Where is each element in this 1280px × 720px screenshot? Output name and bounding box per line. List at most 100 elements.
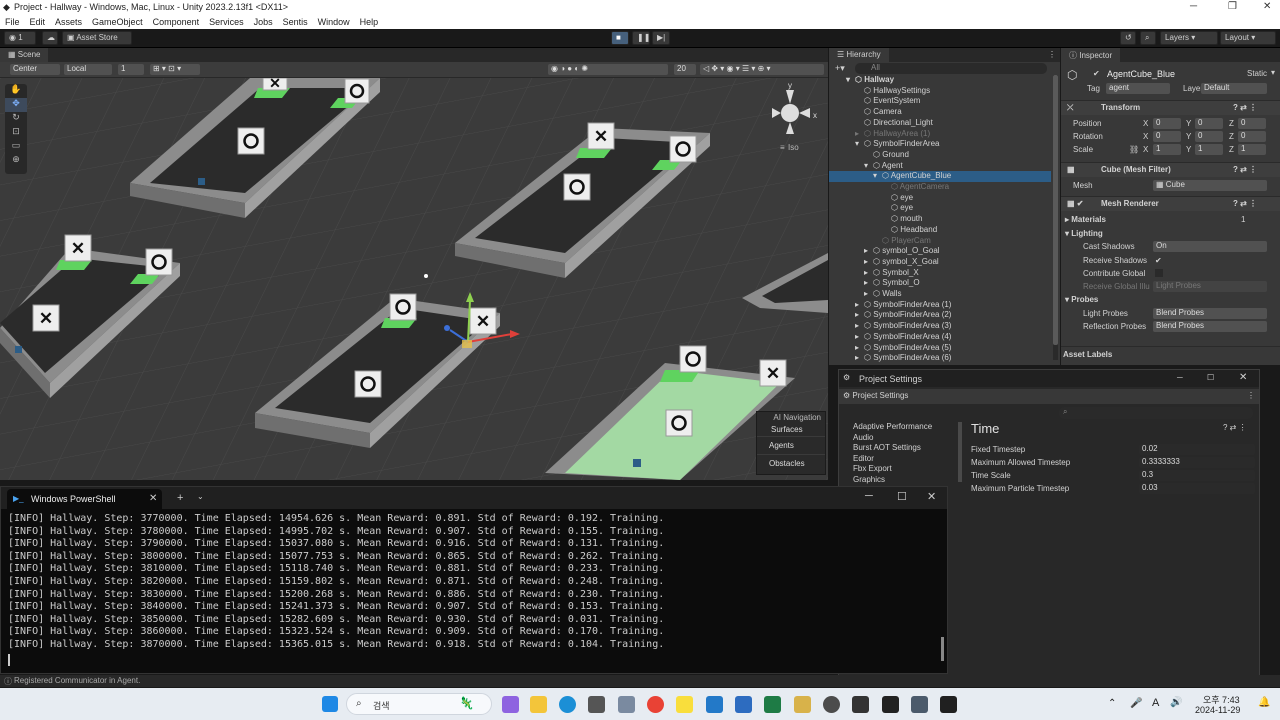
hierarchy-item[interactable]: ⬡ Headband [829,225,1051,236]
edge-icon[interactable] [559,696,576,713]
tag-dropdown[interactable]: agent [1106,83,1170,94]
draw-mode-toggles[interactable]: ◉ ◑ ● ◐ ✺ [548,64,668,75]
hierarchy-item[interactable]: ⬡ AgentCamera [829,182,1051,193]
probes-foldout[interactable]: ▾ Probes [1065,295,1098,304]
foldout-arrow-icon[interactable]: ▸ [855,129,864,138]
pivot-dropdown[interactable]: Center [10,64,60,75]
new-tab-icon[interactable]: + [177,492,183,504]
lighting-foldout[interactable]: ▾ Lighting [1065,229,1103,238]
maximize-icon[interactable]: ❐ [1228,1,1237,12]
foldout-arrow-icon[interactable]: ▸ [864,278,873,287]
iso-label[interactable]: Iso [788,143,799,152]
kakaotalk-icon[interactable] [676,696,693,713]
tab-inspector[interactable]: ⓘ Inspector [1061,48,1121,62]
maximize-icon[interactable]: ☐ [1207,373,1214,382]
settings-icon[interactable] [618,696,635,713]
foldout-arrow-icon[interactable]: ▾ [873,171,882,180]
photos-icon[interactable] [911,696,928,713]
minimize-icon[interactable]: ─ [1177,373,1183,382]
tab-hierarchy[interactable]: ☰ Hierarchy [829,48,889,62]
foldout-arrow-icon[interactable]: ▸ [864,257,873,266]
settings-nav-item[interactable]: Burst AOT Settings [853,443,961,454]
mesh-field[interactable]: ▦ Cube [1153,180,1267,191]
component-menu-icon[interactable]: ? ⇄ ⋮ [1233,199,1257,208]
minimize-icon[interactable]: ─ [1190,1,1197,12]
minimize-icon[interactable]: ─ [865,490,873,502]
notification-icon[interactable]: 🔔 [1258,697,1270,708]
scene-zoom[interactable]: 20 [674,64,696,75]
rotation-z-field[interactable]: 0 [1238,131,1266,142]
hierarchy-item[interactable]: ⬡ PlayerCam [829,236,1051,247]
component-menu-icon[interactable]: ? ⇄ ⋮ [1233,165,1257,174]
hierarchy-item[interactable]: ⬡ mouth [829,214,1051,225]
foldout-arrow-icon[interactable]: ▸ [864,268,873,277]
hierarchy-item[interactable]: ▸ ⬡ SymbolFinderArea (2) [829,310,1051,321]
file-explorer-icon[interactable] [530,696,547,713]
menu-sentis[interactable]: Sentis [283,17,308,27]
terminal-output[interactable]: [INFO] Hallway. Step: 3770000. Time Elap… [1,513,941,673]
layers-dropdown[interactable]: Layers ▾ [1160,31,1218,45]
ai-nav-surfaces[interactable]: Surfaces [757,423,825,436]
asset-labels-bar[interactable]: Asset Labels [1061,346,1280,362]
hierarchy-item[interactable]: ⬡ Ground [829,150,1051,161]
hierarchy-item[interactable]: ▸ ⬡ SymbolFinderArea (4) [829,332,1051,343]
hierarchy-item[interactable]: ▸ ⬡ HallwayArea (1) [829,129,1051,140]
copilot-icon[interactable] [502,696,519,713]
menu-edit[interactable]: Edit [30,17,46,27]
menu-help[interactable]: Help [360,17,379,27]
rotation-x-field[interactable]: 0 [1153,131,1181,142]
chevron-down-icon[interactable]: ▾ [1271,68,1275,77]
ai-nav-obstacles[interactable]: Obstacles [757,454,825,472]
ai-nav-agents[interactable]: Agents [757,436,825,454]
scale-tool-icon[interactable]: ⊡ [5,126,27,140]
step-button[interactable]: ▶| [652,31,670,45]
foldout-arrow-icon[interactable]: ▸ [855,300,864,309]
foldout-arrow-icon[interactable]: ▾ [864,161,873,170]
hierarchy-scrollbar[interactable] [1053,75,1058,360]
maximize-icon[interactable]: ☐ [897,490,907,503]
materials-foldout[interactable]: ▸ Materials [1065,215,1106,224]
mesh-filter-header[interactable]: ▦ Cube (Mesh Filter) ? ⇄ ⋮ [1061,162,1280,177]
position-x-field[interactable]: 0 [1153,118,1181,129]
settings-nav-scrollbar[interactable] [958,422,962,482]
hierarchy-item[interactable]: ▸ ⬡ SymbolFinderArea (6) [829,353,1051,364]
network-volume-icon[interactable]: 🔊 [1170,697,1182,708]
tab-project-settings[interactable]: ⚙ Project Settings [843,391,908,400]
static-toggle[interactable]: Static [1247,69,1267,78]
asset-store-button[interactable]: ▣ Asset Store [62,31,132,45]
section-menu-icon[interactable]: ? ⇄ ⋮ [1223,423,1247,432]
contribute-gi-checkbox[interactable] [1155,269,1163,277]
light-probes-dropdown[interactable]: Blend Probes [1153,308,1267,319]
receive-gi-dropdown[interactable]: Light Probes [1153,281,1267,292]
search-icon[interactable]: ⌕ [1140,31,1156,45]
position-y-field[interactable]: 0 [1195,118,1223,129]
hierarchy-item[interactable]: ▾ ⬡ Hallway [829,75,1051,86]
ime-icon[interactable]: A [1152,697,1159,709]
foldout-arrow-icon[interactable]: ▸ [855,343,864,352]
menu-component[interactable]: Component [153,17,200,27]
hierarchy-item[interactable]: ▸ ⬡ SymbolFinderArea (5) [829,343,1051,354]
microphone-icon[interactable]: 🎤 [1130,698,1142,709]
more-options-icon[interactable]: ⋮ [1247,391,1255,400]
chrome-icon[interactable] [647,696,664,713]
hierarchy-search-input[interactable]: All [855,63,1047,74]
menu-jobs[interactable]: Jobs [254,17,273,27]
hierarchy-item[interactable]: ⬡ HallwaySettings [829,86,1051,97]
hierarchy-item[interactable]: ▾ ⬡ Agent [829,161,1051,172]
account-button[interactable]: ◉ 1 [4,31,36,45]
grid-snap-button[interactable]: ⊞ ▾ ⊡ ▾ [150,64,200,75]
transform-tool-icon[interactable]: ⊕ [5,154,27,168]
notes-icon[interactable] [794,696,811,713]
hierarchy-item[interactable]: ▸ ⬡ SymbolFinderArea (1) [829,300,1051,311]
scene-viewport[interactable]: ✕ ✕ ✕ ✕ ✕ ✕ y x ≡ Iso ✋ ✥ ↻ ⊡ ▭ ⊕ AI Nav… [0,78,828,480]
close-tab-icon[interactable]: ✕ [149,493,157,504]
settings-nav-item[interactable]: Audio [853,433,961,444]
settings-nav-item[interactable]: Editor [853,454,961,465]
settings-nav-item[interactable]: Fbx Export [853,464,961,475]
reflection-probes-dropdown[interactable]: Blend Probes [1153,321,1267,332]
foldout-arrow-icon[interactable]: ▸ [855,353,864,362]
play-button[interactable]: ■ [611,31,629,45]
max-particle-timestep-field[interactable]: 0.03 [1139,483,1255,494]
hierarchy-item[interactable]: ▸ ⬡ Walls [829,289,1051,300]
hierarchy-item[interactable]: ⬡ eye [829,193,1051,204]
